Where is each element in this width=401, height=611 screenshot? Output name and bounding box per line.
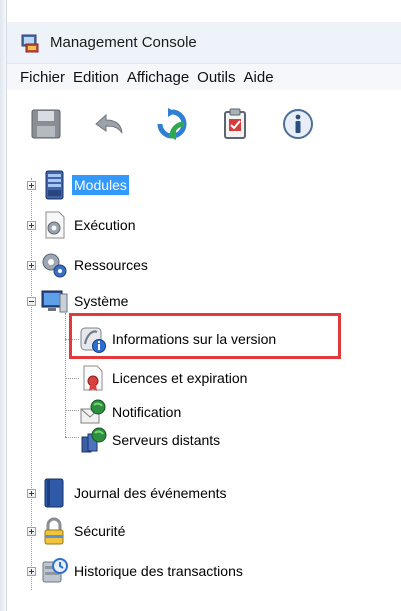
undo-button[interactable] [92, 107, 126, 141]
expand-toggle-journal[interactable] [27, 489, 36, 498]
tree-node-label[interactable]: Journal des événements [72, 483, 229, 503]
refresh-button[interactable] [155, 107, 189, 141]
info-button[interactable] [281, 107, 315, 141]
expand-toggle-ressources[interactable] [27, 261, 36, 270]
floppy-disk-icon [31, 109, 61, 139]
highlight-annotation-box [69, 313, 341, 359]
title-bar: Management Console [7, 22, 401, 64]
expand-toggle-modules[interactable] [27, 181, 36, 190]
remote-servers-icon [79, 425, 107, 453]
tree-node-label[interactable]: Sécurité [72, 521, 127, 541]
tree-node-journal-evenements[interactable]: Journal des événements [7, 478, 401, 508]
tree-node-systeme[interactable]: Système [7, 286, 401, 316]
tree-node-ressources[interactable]: Ressources [7, 250, 401, 280]
history-icon [40, 556, 68, 584]
tree-node-licences-expiration[interactable]: Licences et expiration [7, 363, 401, 393]
toolbar [7, 96, 401, 152]
tree-node-label[interactable]: Notification [110, 402, 183, 422]
gear-document-icon [40, 210, 68, 239]
collapse-toggle-systeme[interactable] [27, 297, 36, 306]
monitor-icon [40, 286, 68, 314]
menu-bar: Fichier Edition Affichage Outils Aide [7, 64, 401, 90]
tree-node-label[interactable]: Serveurs distants [110, 430, 222, 450]
window-title: Management Console [50, 34, 197, 51]
tree-node-historique-transactions[interactable]: Historique des transactions [7, 556, 401, 586]
tree-node-label[interactable]: Exécution [72, 215, 137, 235]
window-left-edge [0, 0, 7, 611]
tree-node-label[interactable]: Modules [72, 175, 129, 195]
management-console-icon [20, 32, 42, 54]
refresh-icon [157, 108, 187, 140]
menu-outils[interactable]: Outils [197, 69, 235, 86]
menu-fichier[interactable]: Fichier [20, 69, 65, 86]
notification-envelope-icon [79, 397, 107, 425]
clipboard-icon [224, 108, 246, 139]
license-icon [79, 363, 107, 391]
save-button[interactable] [29, 107, 63, 141]
book-icon [40, 478, 68, 508]
management-console-window: Management Console Fichier Edition Affic… [0, 0, 401, 611]
expand-toggle-execution[interactable] [27, 221, 36, 230]
expand-toggle-historique[interactable] [27, 567, 36, 576]
tree-node-notification[interactable]: Notification [7, 397, 401, 427]
clipboard-button[interactable] [218, 107, 252, 141]
menu-edition[interactable]: Edition [73, 69, 119, 86]
menu-affichage[interactable]: Affichage [127, 69, 189, 86]
undo-arrow-icon [95, 113, 123, 134]
tree-node-securite[interactable]: Sécurité [7, 516, 401, 546]
server-icon [40, 170, 68, 200]
tree-node-label[interactable]: Licences et expiration [110, 368, 249, 388]
lock-icon [40, 516, 68, 545]
navigation-tree: Modules Exécution Ressources Système Inf… [7, 160, 401, 611]
tree-node-label[interactable]: Ressources [72, 255, 150, 275]
tree-node-label[interactable]: Historique des transactions [72, 561, 245, 581]
tree-node-label[interactable]: Système [72, 291, 130, 311]
tree-node-modules[interactable]: Modules [7, 170, 401, 200]
menu-aide[interactable]: Aide [244, 69, 274, 86]
tree-node-execution[interactable]: Exécution [7, 210, 401, 240]
expand-toggle-securite[interactable] [27, 527, 36, 536]
info-icon [283, 109, 313, 139]
tree-node-serveurs-distants[interactable]: Serveurs distants [7, 425, 401, 455]
gears-icon [40, 250, 68, 278]
